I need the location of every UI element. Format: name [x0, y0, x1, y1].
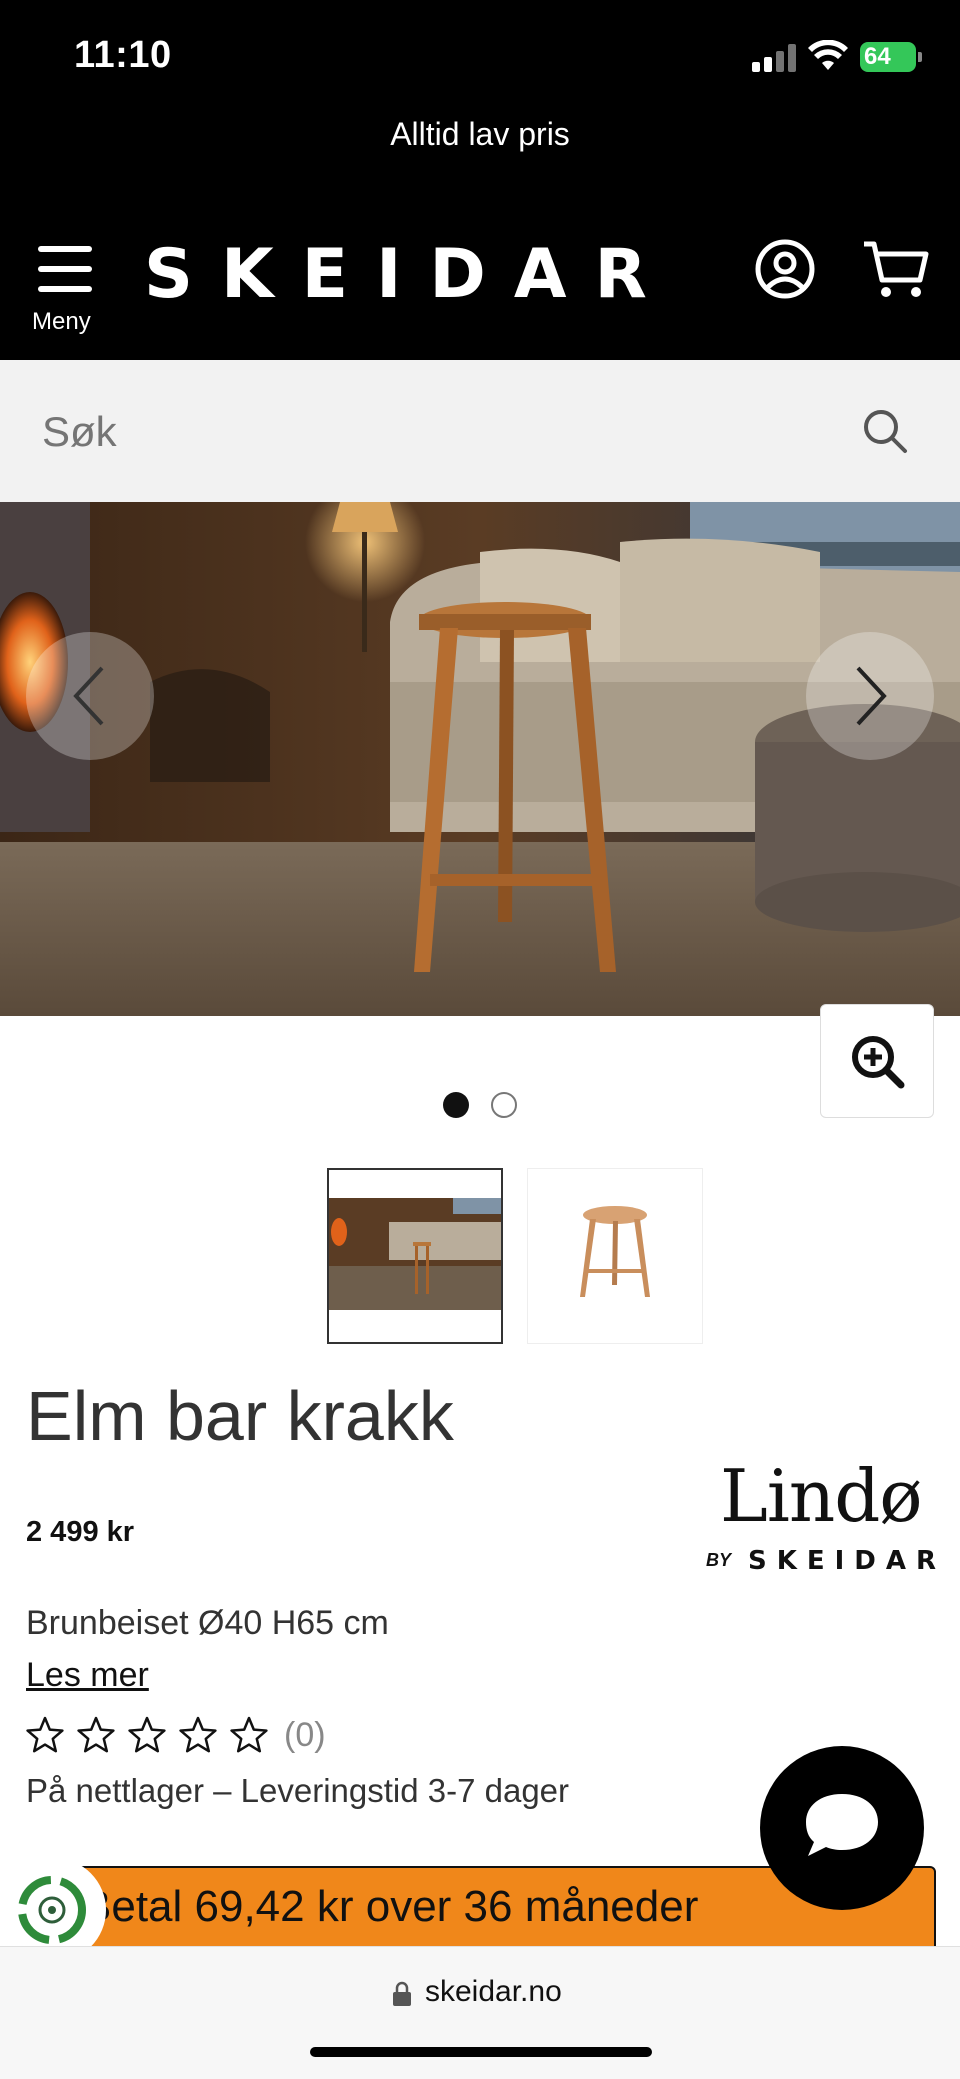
menu-button[interactable]: Meny — [30, 246, 100, 336]
site-logo[interactable]: SKEIDAR — [144, 235, 675, 314]
chat-button[interactable] — [760, 1746, 924, 1910]
chat-bubble-icon — [806, 1794, 878, 1856]
brand-store: SKEIDAR — [748, 1546, 947, 1576]
product-title: Elm bar krakk — [26, 1377, 454, 1455]
brand-logo[interactable]: Lindø BY SKEIDAR — [700, 1454, 940, 1576]
search-icon[interactable] — [862, 408, 908, 454]
search-input[interactable] — [42, 408, 822, 456]
zoom-button[interactable] — [820, 1004, 934, 1118]
search-bar — [0, 360, 960, 502]
battery-level: 64 — [864, 43, 891, 70]
thumbnail-2[interactable] — [527, 1168, 703, 1344]
promo-text: Alltid lav pris — [390, 116, 570, 152]
browser-url: skeidar.no — [425, 1975, 562, 2008]
zoom-in-icon — [852, 1036, 905, 1089]
account-icon[interactable] — [754, 238, 816, 300]
carousel-indicator — [443, 1092, 517, 1120]
status-bar: 11:10 64 — [0, 0, 960, 118]
star-icon — [77, 1716, 115, 1753]
battery-icon: 64 — [860, 42, 922, 72]
home-indicator — [310, 2047, 652, 2057]
stock-status: På nettlager – Leveringstid 3-7 dager — [26, 1772, 570, 1809]
star-icon — [128, 1716, 166, 1753]
cart-icon[interactable] — [862, 238, 930, 300]
lock-icon — [393, 1981, 411, 2006]
menu-label: Meny — [32, 308, 91, 335]
star-icon — [230, 1716, 268, 1753]
product-price: 2 499 kr — [26, 1516, 135, 1548]
chevron-left-icon — [73, 666, 104, 726]
read-more-link[interactable]: Les mer — [26, 1656, 149, 1695]
star-icon — [26, 1716, 64, 1753]
status-time: 11:10 — [74, 34, 172, 76]
next-image-button[interactable] — [806, 632, 934, 760]
hamburger-icon — [38, 246, 92, 252]
chevron-right-icon — [856, 666, 887, 726]
carousel-dot-active[interactable] — [443, 1092, 469, 1118]
signal-icon — [752, 44, 798, 72]
browser-url-bar[interactable]: skeidar.no — [0, 1946, 960, 2079]
site-header: Meny SKEIDAR — [0, 160, 960, 360]
finance-text: Betal 69,42 kr over 36 måneder — [82, 1882, 699, 1931]
wifi-icon — [808, 40, 848, 70]
product-variant: Brunbeiset Ø40 H65 cm — [26, 1604, 389, 1642]
brand-by: BY — [706, 1550, 732, 1570]
promo-banner: Alltid lav pris — [0, 108, 960, 160]
star-icon — [179, 1716, 217, 1753]
review-count: (0) — [284, 1716, 326, 1754]
thumbnail-1[interactable] — [327, 1168, 503, 1344]
brand-name: Lindø — [720, 1454, 923, 1538]
carousel-dot[interactable] — [491, 1092, 517, 1118]
prev-image-button[interactable] — [26, 632, 154, 760]
